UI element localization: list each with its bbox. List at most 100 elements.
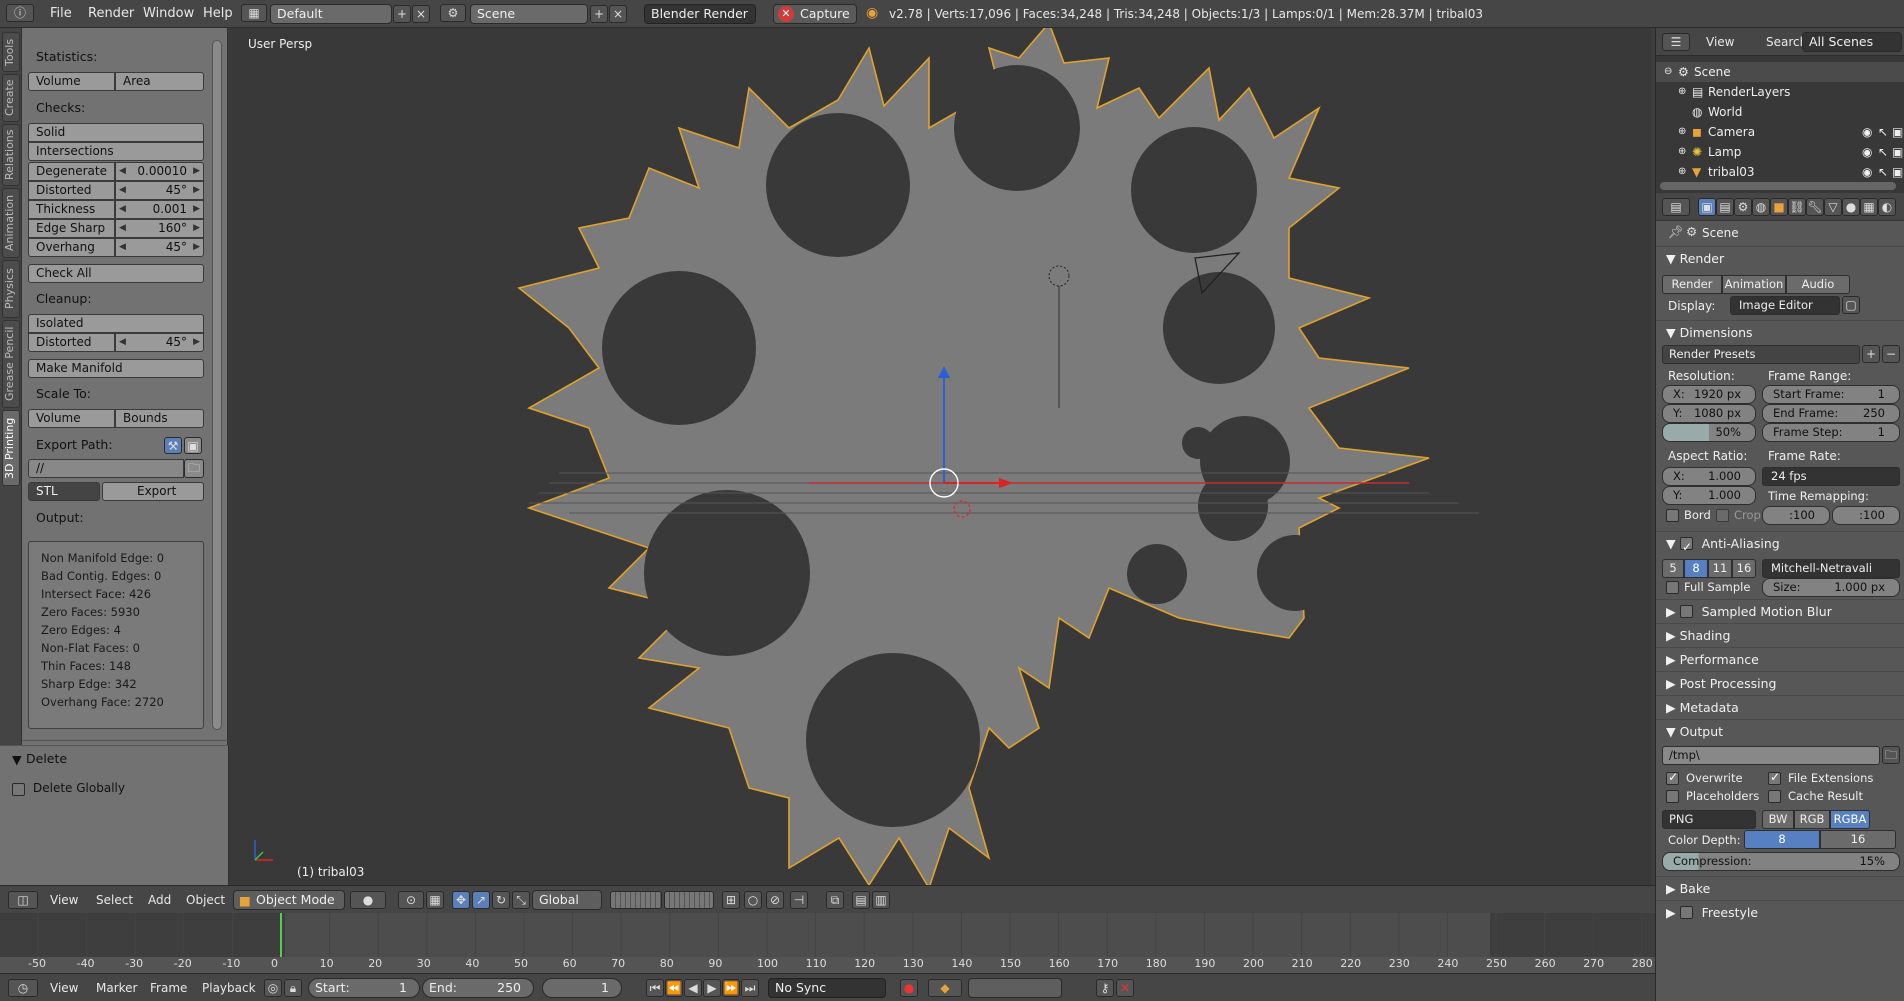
thickness-value[interactable]: ◀ 0.001 ▶ — [115, 200, 204, 219]
collapse-icon[interactable]: ⊖ — [1664, 62, 1672, 82]
tab-tools[interactable]: Tools — [2, 32, 20, 72]
render-layers-tab-icon[interactable]: ▤ — [1716, 198, 1734, 216]
aa-samples-16[interactable]: 16 — [1732, 559, 1756, 578]
keyframe-type-icon[interactable]: ◆ — [928, 979, 962, 997]
snap-icon[interactable]: ▦ — [426, 891, 444, 909]
layers-icon[interactable] — [664, 891, 714, 909]
tab-3d-printing[interactable]: 3D Printing — [2, 410, 20, 486]
properties-editor-icon[interactable]: ▤ — [1662, 198, 1690, 216]
menu-view[interactable]: View — [50, 978, 78, 998]
cache-result-checkbox[interactable] — [1768, 790, 1781, 803]
render-icon[interactable]: ▣ — [1892, 162, 1903, 182]
metadata-panel-header[interactable]: ▶ Metadata — [1656, 695, 1904, 719]
outliner[interactable]: ☰ View Search All Scenes ⊖ ⚙ Scene ⊕ ▤ Rende… — [1656, 28, 1904, 193]
render-presets-dropdown[interactable]: Render Presets — [1662, 345, 1860, 364]
check-all-button[interactable]: Check All — [28, 264, 204, 283]
frame-step-field[interactable]: Frame Step: 1 — [1762, 423, 1900, 442]
proportional-icon[interactable]: ○ — [744, 891, 762, 909]
timeline[interactable]: -50 -40 -30 -20 -10 0 10 20 30 40 50 60 70 80 90 100 110… — [0, 913, 1655, 973]
color-depth-8[interactable]: 8 — [1744, 830, 1820, 849]
jump-start-icon[interactable]: ⏮ — [646, 979, 664, 997]
output-path-field[interactable]: /tmp\ — [1662, 746, 1880, 765]
start-frame-field[interactable]: Start Frame: 1 — [1762, 385, 1900, 404]
folder-icon[interactable]: 🗀 — [1882, 746, 1900, 764]
color-rgba-button[interactable]: RGBA — [1830, 810, 1870, 829]
color-bw-button[interactable]: BW — [1762, 810, 1794, 829]
distorted-button[interactable]: Distorted — [28, 181, 115, 200]
snap-element-icon[interactable]: ⊣ — [790, 891, 808, 909]
layout-icon[interactable]: ▦ — [241, 4, 267, 22]
outliner-row-world[interactable]: ◍ World — [1656, 102, 1904, 122]
opengl-render-icon[interactable]: ▤ — [852, 891, 870, 909]
translate-icon[interactable]: ↗ — [472, 891, 490, 909]
layers-icon[interactable] — [610, 891, 662, 909]
texture-tab-icon[interactable]: ▦ — [1860, 198, 1878, 216]
distorted-cleanup-angle[interactable]: ◀ 45° ▶ — [115, 333, 204, 352]
play-reverse-icon[interactable]: ◀ — [684, 979, 702, 997]
outliner-scrollbar[interactable] — [1660, 182, 1896, 190]
make-manifold-button[interactable]: Make Manifold — [28, 359, 204, 378]
folder-icon[interactable]: 🗀 — [184, 459, 204, 478]
pivot-icon[interactable]: ⊙ — [398, 891, 424, 909]
constraints-tab-icon[interactable]: ⛓ — [1788, 198, 1806, 216]
scale-volume-button[interactable]: Volume — [28, 409, 115, 428]
compression-slider[interactable]: Compression: 15% — [1662, 852, 1900, 871]
menu-playback[interactable]: Playback — [202, 978, 256, 998]
eye-icon[interactable]: ◉ — [1862, 142, 1872, 162]
overwrite-checkbox[interactable] — [1666, 770, 1679, 785]
aspect-x-field[interactable]: X: 1.000 — [1662, 467, 1756, 486]
3d-viewport[interactable]: User Persp (1) tribal03 — [229, 28, 1651, 885]
keying-icon[interactable]: ◎ — [264, 979, 282, 997]
aa-samples-5[interactable]: 5 — [1662, 559, 1684, 578]
editor-type-icon[interactable]: ◫ — [8, 891, 38, 909]
expand-icon[interactable]: ⊕ — [1678, 82, 1686, 102]
snap-toggle-icon[interactable]: ⊘ — [766, 891, 784, 909]
freestyle-checkbox[interactable] — [1680, 906, 1693, 919]
cursor-icon[interactable]: ↖ — [1878, 142, 1888, 162]
delete-header[interactable]: Delete — [26, 751, 67, 766]
remove-preset-icon[interactable]: − — [1882, 345, 1900, 363]
scene-icon[interactable]: ⚙ — [440, 4, 466, 22]
manipulator-icon[interactable]: ✥ — [452, 891, 470, 909]
cursor-icon[interactable]: ↖ — [1878, 122, 1888, 142]
tool-shelf-scrollbar[interactable] — [212, 40, 222, 730]
mode-dropdown[interactable]: ■ Object Mode — [233, 890, 345, 910]
edge-sharp-button[interactable]: Edge Sharp — [28, 219, 115, 238]
jump-end-icon[interactable]: ⏭ — [741, 979, 759, 997]
eye-icon[interactable]: ◉ — [1862, 122, 1872, 142]
resolution-percentage-slider[interactable]: 50% — [1662, 423, 1756, 442]
file-extensions-checkbox[interactable] — [1768, 770, 1781, 785]
layout-selector[interactable]: Default — [270, 4, 392, 24]
menu-file[interactable]: File — [50, 4, 72, 24]
shading-panel-header[interactable]: ▶ Shading — [1656, 623, 1904, 647]
pin-icon[interactable]: 📌︎ — [1668, 224, 1684, 240]
lock-icon[interactable]: 🔒︎ — [284, 979, 302, 997]
motion-blur-checkbox[interactable] — [1680, 605, 1693, 618]
aspect-y-field[interactable]: Y: 1.000 — [1662, 486, 1756, 505]
insert-keyframe-icon[interactable]: ⚷ — [1096, 979, 1114, 997]
render-engine-dropdown[interactable]: Blender Render — [644, 4, 756, 24]
post-processing-panel-header[interactable]: ▶ Post Processing — [1656, 671, 1904, 695]
scene-selector[interactable]: Scene — [470, 4, 588, 24]
rotate-icon[interactable]: ↻ — [492, 891, 510, 909]
menu-object[interactable]: Object — [186, 890, 225, 910]
frame-rate-dropdown[interactable]: 24 fps — [1762, 467, 1900, 486]
color-rgb-button[interactable]: RGB — [1794, 810, 1830, 829]
export-button[interactable]: Export — [102, 482, 204, 501]
volume-button[interactable]: Volume — [28, 72, 115, 91]
play-icon[interactable]: ▶ — [703, 979, 721, 997]
scene-tab-icon[interactable]: ⚙ — [1734, 198, 1752, 216]
menu-window[interactable]: Window — [143, 4, 194, 24]
anti-aliasing-panel-header[interactable]: ▼ Anti-Aliasing — [1656, 531, 1904, 559]
render-tab-icon[interactable]: ▣ — [1698, 198, 1716, 216]
sync-dropdown[interactable]: No Sync — [768, 978, 886, 998]
menu-add[interactable]: Add — [148, 890, 171, 910]
menu-view[interactable]: View — [50, 890, 78, 910]
remap-new-field[interactable]: :100 — [1832, 506, 1900, 525]
display-mode-dropdown[interactable]: All Scenes — [1802, 32, 1902, 52]
tab-create[interactable]: Create — [2, 74, 20, 122]
menu-select[interactable]: Select — [96, 890, 133, 910]
aa-filter-dropdown[interactable]: Mitchell-Netravali — [1762, 559, 1900, 578]
outliner-editor-icon[interactable]: ☰ — [1662, 33, 1690, 51]
render-button[interactable]: Render — [1662, 275, 1722, 294]
